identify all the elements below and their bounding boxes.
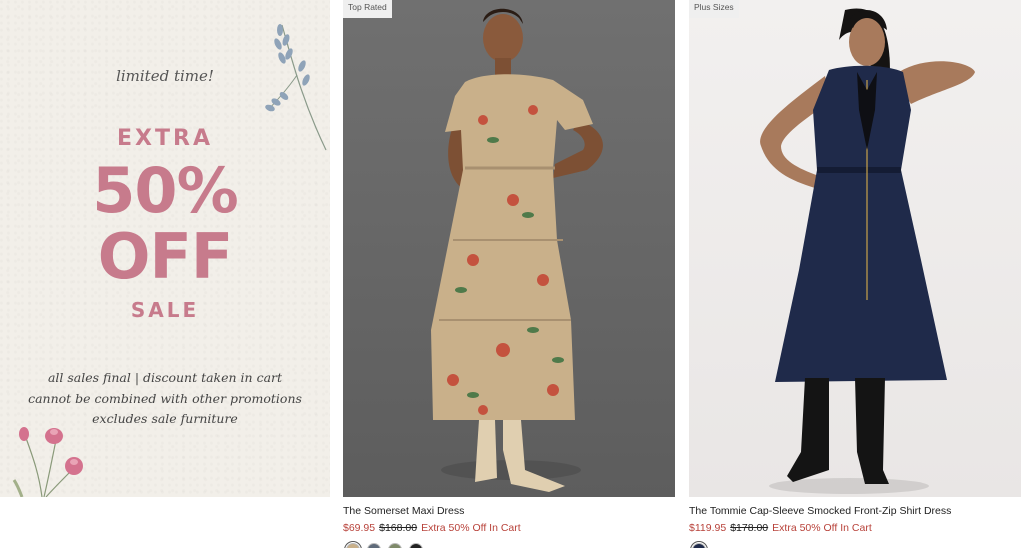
pink-flowers-icon <box>12 427 83 497</box>
color-swatches <box>692 543 706 548</box>
product-prices: $119.95 $178.00 Extra 50% Off In Cart <box>689 522 872 534</box>
promo-text: Extra 50% Off In Cart <box>421 522 521 534</box>
color-swatch[interactable] <box>388 543 402 548</box>
promo-term-1: all sales final | discount taken in cart <box>47 370 283 385</box>
promo-off: OFF <box>97 220 233 293</box>
promo-percent: 50% <box>92 154 238 227</box>
promo-banner[interactable]: limited time! EXTRA 50% OFF SALE all sal… <box>0 0 330 497</box>
product-prices: $69.95 $168.00 Extra 50% Off In Cart <box>343 522 521 534</box>
product-image[interactable] <box>343 0 675 497</box>
promo-extra: EXTRA <box>117 126 213 151</box>
promo-text: Extra 50% Off In Cart <box>772 522 872 534</box>
model-floral-maxi-dress-image <box>431 8 603 492</box>
product-badge: Plus Sizes <box>689 0 739 18</box>
original-price: $168.00 <box>379 522 418 534</box>
product-title[interactable]: The Somerset Maxi Dress <box>343 505 464 517</box>
color-swatch[interactable] <box>692 543 706 548</box>
product-title[interactable]: The Tommie Cap-Sleeve Smocked Front-Zip … <box>689 505 951 517</box>
promo-term-2: cannot be combined with other promotions <box>28 390 302 406</box>
color-swatch[interactable] <box>367 543 381 548</box>
original-price: $178.00 <box>730 522 769 534</box>
sale-price: $119.95 <box>689 522 727 534</box>
promo-eyebrow: limited time! <box>116 67 214 85</box>
product-badge: Top Rated <box>343 0 392 18</box>
sale-price: $69.95 <box>343 522 376 534</box>
color-swatch[interactable] <box>346 543 360 548</box>
color-swatches <box>346 543 423 548</box>
promo-sale: SALE <box>130 298 200 322</box>
product-image[interactable] <box>689 0 1021 497</box>
model-navy-shirt-dress-image <box>760 8 975 494</box>
color-swatch[interactable] <box>409 543 423 548</box>
